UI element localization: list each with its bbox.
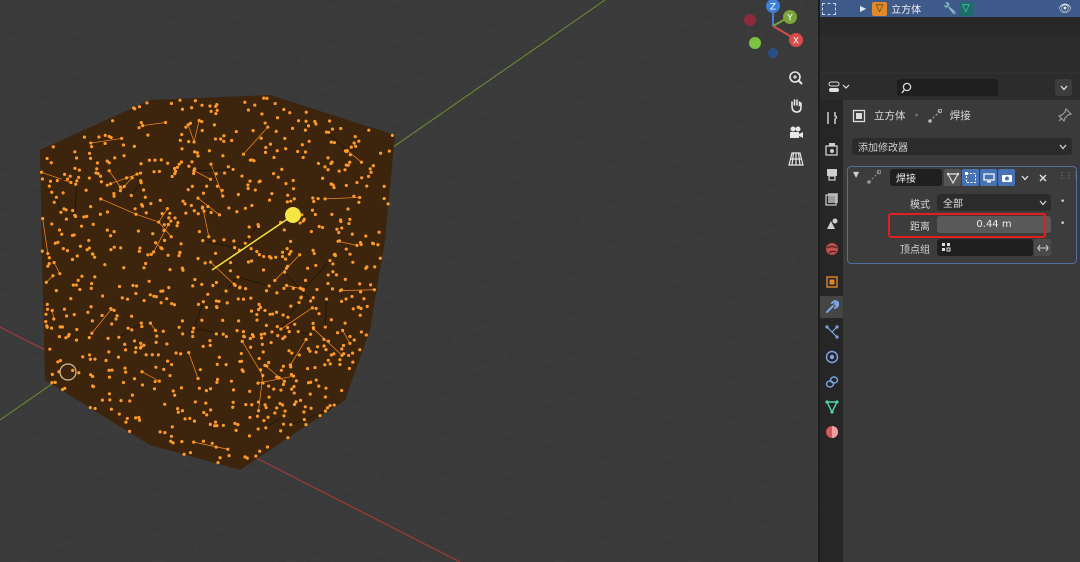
mode-dropdown[interactable]: 全部 (937, 194, 1051, 211)
collapse-arrow-icon[interactable]: ▼ (853, 170, 859, 179)
scene-tab-icon[interactable] (820, 213, 843, 235)
navigation-gizmo[interactable]: Z Y X (740, 0, 810, 60)
mode-value: 全部 (943, 199, 963, 210)
pin-icon[interactable] (1057, 107, 1073, 125)
wrench-icon[interactable]: 🔧 (943, 2, 957, 15)
camera-icon[interactable] (783, 121, 809, 143)
object-tab-icon[interactable] (820, 271, 843, 293)
keyframe-dot[interactable]: • (1060, 219, 1065, 229)
add-modifier-label: 添加修改器 (858, 143, 908, 154)
header-menu-dropdown[interactable] (1055, 79, 1072, 96)
physics-tab-icon[interactable] (820, 346, 843, 368)
mode-label: 模式 (910, 200, 930, 211)
modifier-tab-icon[interactable] (820, 296, 843, 318)
grid-ortho-icon[interactable] (783, 148, 809, 170)
hand-pan-icon[interactable] (783, 94, 809, 116)
render-tab-icon[interactable] (820, 138, 843, 160)
outliner: ▶ ▽ 立方体 🔧 ▽ 👁 (820, 0, 1080, 72)
add-modifier-dropdown[interactable]: 添加修改器 (852, 138, 1072, 155)
3d-viewport[interactable]: Z Y X (0, 0, 818, 562)
breadcrumb: 立方体 • 焊接 (852, 108, 971, 123)
vertex-group-field[interactable] (937, 239, 1033, 256)
mesh-object-icon: ▽ (872, 1, 888, 16)
editor-type-dropdown[interactable] (828, 80, 852, 94)
vertex-group-label: 顶点组 (900, 245, 930, 256)
expand-arrow-icon[interactable]: ▶ (860, 4, 866, 13)
zoom-icon[interactable] (783, 67, 809, 89)
search-icon (901, 82, 912, 93)
invert-arrows-icon[interactable] (1034, 239, 1051, 256)
viewport-grid (0, 0, 818, 562)
modifier-name-input[interactable]: 焊接 (890, 169, 942, 186)
gizmo-y-label: Y (786, 14, 793, 24)
view-layer-tab-icon[interactable] (820, 188, 843, 210)
tool-tab-icon[interactable] (820, 107, 843, 129)
vertex-group-icon (942, 242, 951, 251)
visibility-eye-icon[interactable]: 👁 (1058, 2, 1072, 15)
chevron-down-icon (1039, 200, 1047, 205)
mesh-data-icon[interactable]: ▽ (958, 1, 973, 16)
chevron-down-icon (1059, 144, 1067, 149)
modifier-name: 焊接 (896, 174, 916, 185)
object-icon (852, 109, 866, 122)
active-vertex (285, 207, 301, 223)
edit-cage-icon[interactable] (944, 169, 961, 186)
breadcrumb-object: 立方体 (874, 110, 906, 122)
distance-highlight-annotation (888, 213, 1046, 238)
weld-icon (867, 170, 881, 184)
constraints-tab-icon[interactable] (820, 371, 843, 393)
breadcrumb-modifier: 焊接 (949, 110, 971, 122)
material-tab-icon[interactable] (820, 421, 843, 443)
data-tab-icon[interactable] (820, 396, 843, 418)
viewport-display-icon[interactable] (980, 169, 997, 186)
keyframe-dot[interactable]: • (1060, 197, 1065, 207)
gizmo-z-label: Z (770, 3, 776, 13)
gizmo-x-label: X (793, 37, 799, 47)
collection-icon (822, 2, 836, 15)
render-camera-icon[interactable] (998, 169, 1015, 186)
modifier-menu-dropdown[interactable] (1016, 169, 1033, 186)
properties-editor: 立方体 • 焊接 添加修改器 ▼ 焊接 ⋮⋮⋮ 模式 全部 • 距离 0.44 … (820, 74, 1080, 562)
outliner-row-cube[interactable]: ▶ ▽ 立方体 🔧 ▽ 👁 (820, 0, 1080, 17)
properties-tabs (820, 100, 843, 562)
world-tab-icon[interactable] (820, 238, 843, 260)
particles-tab-icon[interactable] (820, 321, 843, 343)
output-tab-icon[interactable] (820, 163, 843, 185)
drag-handle-icon[interactable]: ⋮⋮⋮ (1058, 171, 1080, 180)
modifier-properties: 立方体 • 焊接 添加修改器 ▼ 焊接 ⋮⋮⋮ 模式 全部 • 距离 0.44 … (843, 100, 1080, 562)
weld-modifier-icon (927, 108, 942, 123)
close-icon[interactable] (1034, 169, 1051, 186)
outliner-object-name[interactable]: 立方体 (891, 1, 921, 16)
edit-mode-icon[interactable] (962, 169, 979, 186)
search-input[interactable] (897, 79, 998, 96)
properties-header (820, 74, 1080, 100)
